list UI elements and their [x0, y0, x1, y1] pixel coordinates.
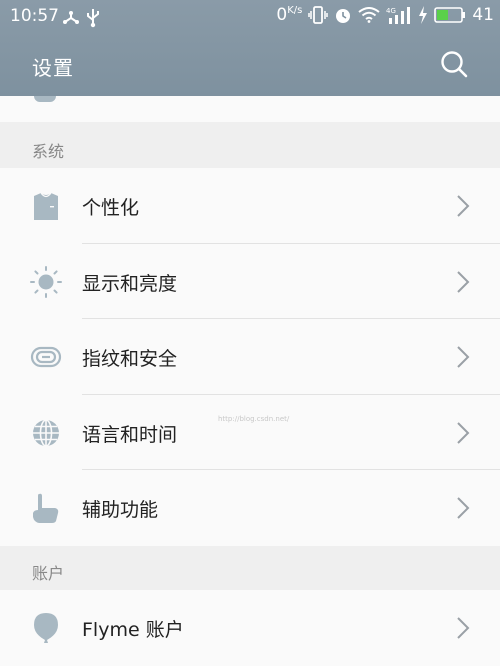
alarm-icon [336, 9, 351, 23]
sun-icon [30, 265, 62, 298]
list-item-personalization[interactable]: 个性化 [0, 168, 500, 244]
watermark: http://blog.csdn.net/ [218, 415, 290, 423]
chevron-right-icon [457, 346, 470, 368]
status-right-icons: 0K/s 4G 41 [276, 5, 494, 25]
chevron-right-icon [457, 617, 470, 639]
list-item-accessibility[interactable]: 辅助功能 [0, 470, 500, 546]
list-item-label: 语言和时间 [82, 423, 178, 446]
network-type: 4G [386, 7, 396, 15]
net-speed: 0K/s [276, 5, 303, 25]
list-item-fingerprint-security[interactable]: 指纹和安全 [0, 319, 500, 395]
chevron-right-icon [457, 497, 470, 519]
section-header-system: 系统 [0, 122, 500, 168]
share-icon [63, 11, 79, 24]
chevron-right-icon [457, 270, 470, 293]
list-item-label: 指纹和安全 [82, 348, 178, 370]
shirt-icon [34, 192, 58, 220]
section-title: 系统 [32, 142, 65, 161]
partial-item-icon [34, 96, 56, 102]
fingerprint-icon [30, 346, 62, 368]
charging-icon [419, 6, 428, 24]
battery-percent: 41 [472, 5, 494, 25]
list-item-label: 辅助功能 [82, 499, 159, 521]
hand-pointer-icon [33, 493, 59, 523]
section-title: 账户 [32, 564, 65, 583]
signal-icon: 4G [386, 7, 411, 24]
app-header: 10:57 0K/s 4G 41 设置 [0, 0, 500, 96]
globe-icon [33, 418, 59, 447]
balloon-icon [34, 613, 58, 643]
status-bar: 10:57 0K/s 4G 41 [0, 0, 500, 32]
system-settings-list: 个性化 显示和亮度 指纹和安全 语言和时间 辅助功能 [0, 168, 500, 546]
list-item-label: 显示和亮度 [82, 272, 178, 295]
status-time: 10:57 [10, 6, 59, 26]
list-item-flyme-account[interactable]: Flyme 账户 [0, 590, 500, 666]
chevron-right-icon [457, 195, 470, 217]
page-title: 设置 [32, 56, 74, 80]
vibrate-icon [308, 6, 329, 24]
battery-icon [434, 7, 466, 23]
list-item-language-time[interactable]: 语言和时间 [0, 395, 500, 470]
list-item-label: Flyme 账户 [82, 619, 184, 641]
search-icon[interactable] [440, 50, 468, 78]
chevron-right-icon [457, 421, 470, 444]
account-settings-list: Flyme 账户 [0, 590, 500, 666]
section-header-account: 账户 [0, 546, 500, 590]
list-item-display-brightness[interactable]: 显示和亮度 [0, 244, 500, 319]
list-item-partial[interactable] [0, 96, 500, 122]
list-item-label: 个性化 [82, 197, 140, 219]
status-left-icons [62, 8, 100, 28]
usb-icon [87, 9, 99, 28]
wifi-icon [358, 7, 380, 23]
